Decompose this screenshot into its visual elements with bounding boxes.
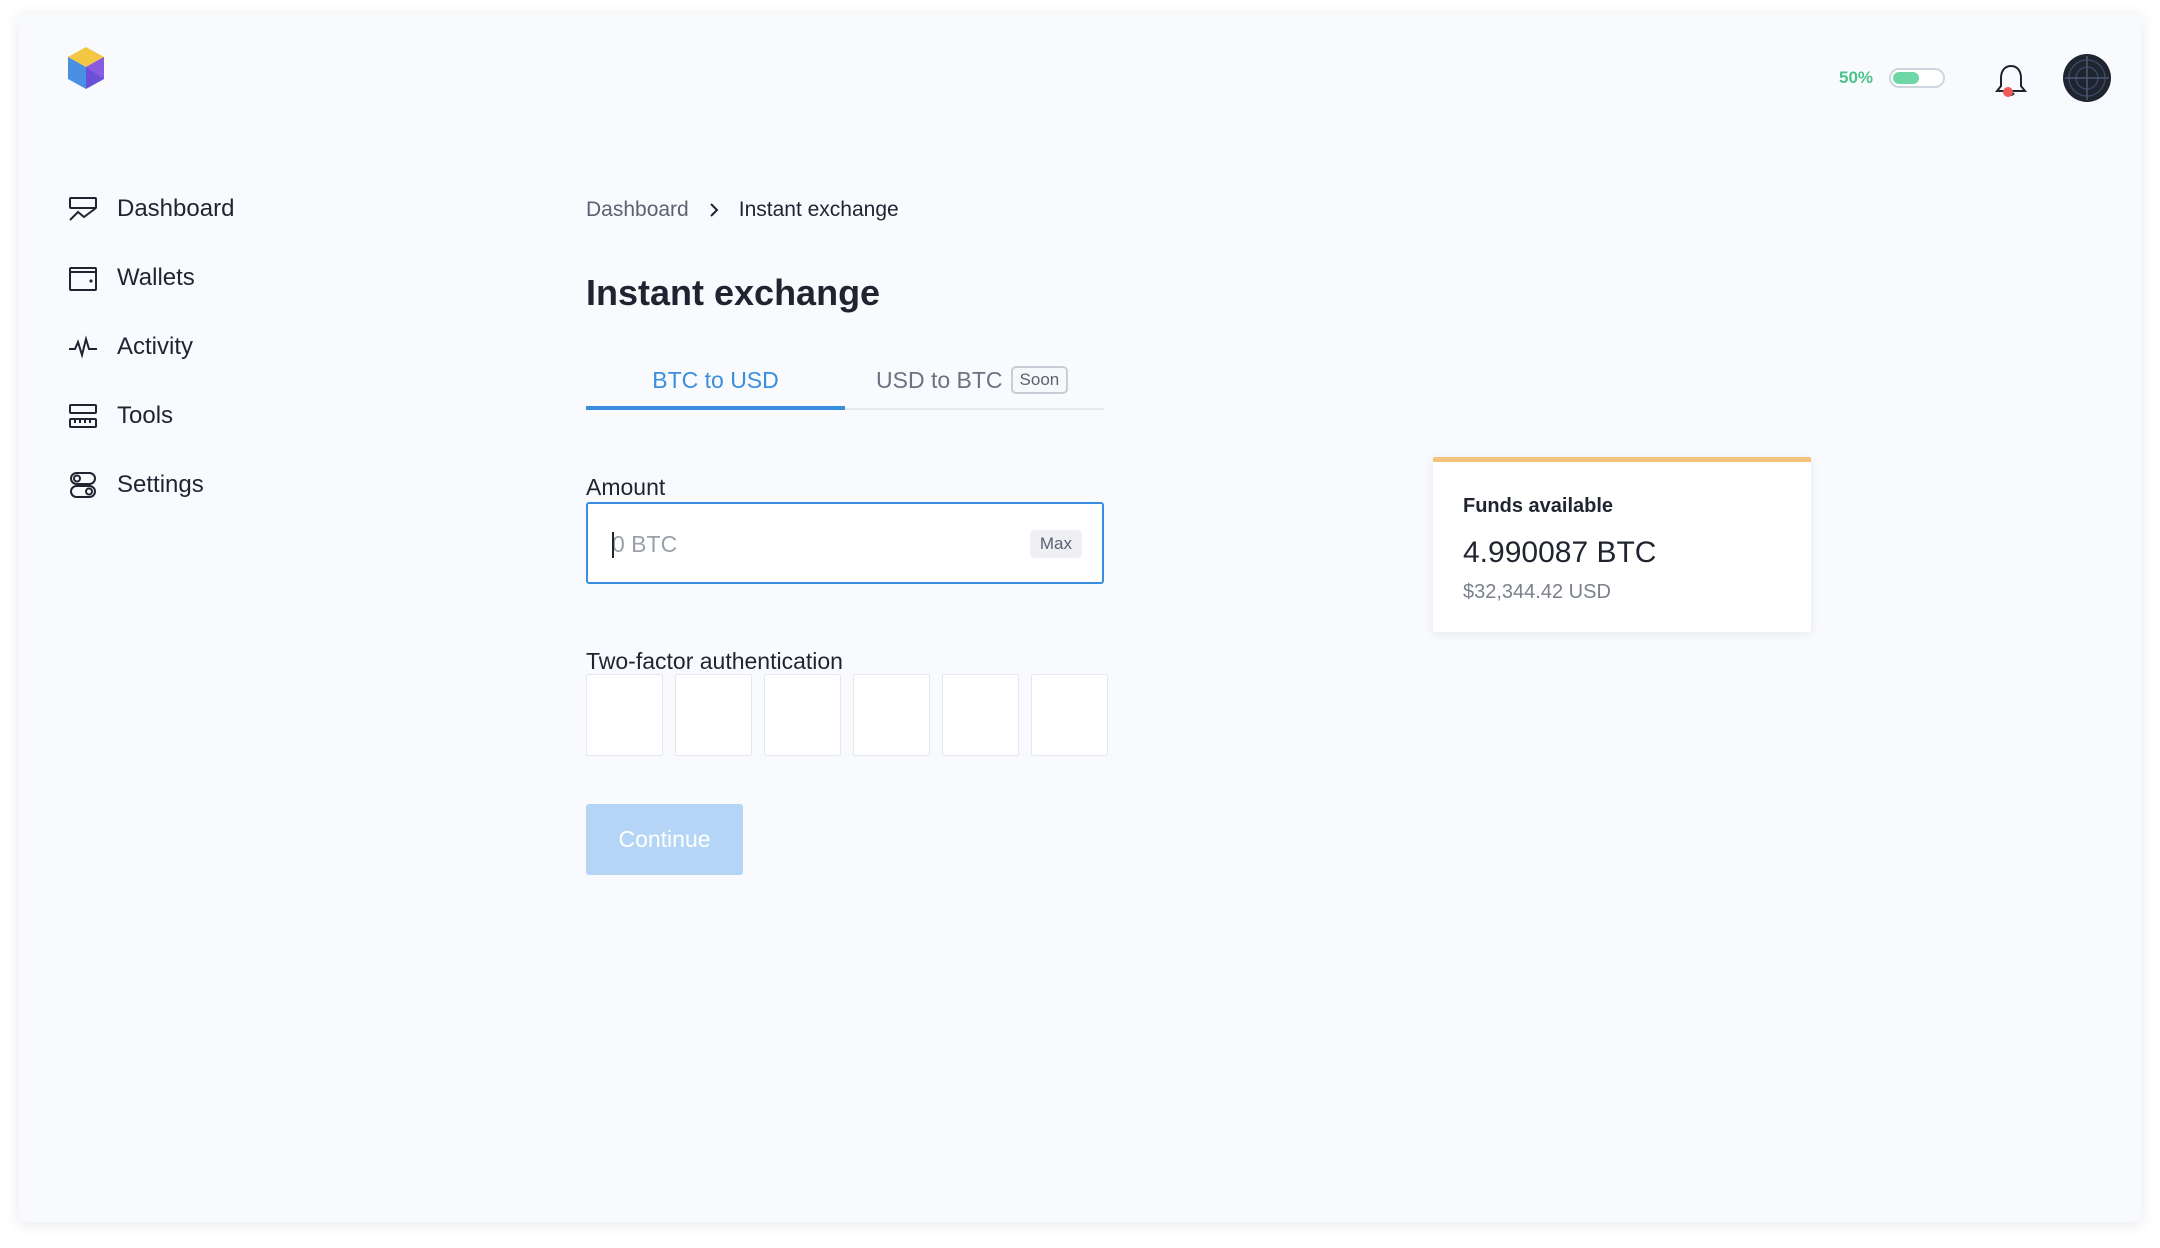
twofa-digit-input[interactable] xyxy=(942,674,1019,756)
funds-card: Funds available 4.990087 BTC $32,344.42 … xyxy=(1433,457,1811,632)
twofa-digit-input[interactable] xyxy=(675,674,752,756)
bell-icon[interactable] xyxy=(1993,62,2029,100)
twofa-digit-input[interactable] xyxy=(1031,674,1108,756)
twofa-code-inputs xyxy=(586,674,1108,756)
page-title: Instant exchange xyxy=(586,272,881,313)
max-button[interactable]: Max xyxy=(1029,530,1082,558)
sidebar-item-settings[interactable]: Settings xyxy=(67,450,234,519)
sidebar-item-label: Tools xyxy=(117,401,174,429)
sidebar-item-label: Activity xyxy=(117,332,194,360)
amount-label: Amount xyxy=(586,474,666,500)
avatar[interactable] xyxy=(2063,54,2111,102)
breadcrumb: Dashboard Instant exchange xyxy=(586,198,899,222)
percent-label: 50% xyxy=(1839,68,1874,87)
twofa-label: Two-factor authentication xyxy=(586,648,843,674)
sidebar-item-tools[interactable]: Tools xyxy=(67,381,234,450)
funds-title: Funds available xyxy=(1463,495,1614,517)
tab-usd-to-btc[interactable]: USD to BTC Soon xyxy=(876,364,1069,396)
tools-icon xyxy=(69,403,97,428)
sidebar-item-wallets[interactable]: Wallets xyxy=(67,243,234,312)
toggle-fill xyxy=(1893,72,1919,84)
notification-dot xyxy=(2003,87,2013,97)
sidebar-item-label: Settings xyxy=(117,470,204,498)
exchange-tabs: BTC to USD USD to BTC Soon xyxy=(586,364,1104,410)
app-window: 50% Dashboard Wallets Activity Tools Set… xyxy=(19,14,2141,1222)
chevron-right-icon xyxy=(710,203,719,217)
sidebar: Dashboard Wallets Activity Tools Setting… xyxy=(67,174,234,519)
sidebar-item-label: Wallets xyxy=(117,263,195,291)
settings-icon xyxy=(70,471,96,498)
twofa-digit-input[interactable] xyxy=(764,674,841,756)
percent-toggle[interactable] xyxy=(1889,68,1945,88)
funds-btc: 4.990087 BTC xyxy=(1463,536,1657,569)
breadcrumb-parent[interactable]: Dashboard xyxy=(586,198,689,222)
twofa-digit-input[interactable] xyxy=(586,674,663,756)
sidebar-item-dashboard[interactable]: Dashboard xyxy=(67,174,234,243)
soon-badge: Soon xyxy=(1010,366,1069,394)
amount-placeholder: 0 BTC xyxy=(612,531,678,557)
funds-usd: $32,344.42 USD xyxy=(1463,581,1611,603)
tab-btc-to-usd[interactable]: BTC to USD xyxy=(586,364,845,410)
activity-icon xyxy=(69,334,97,359)
breadcrumb-current: Instant exchange xyxy=(738,198,899,221)
text-caret xyxy=(612,532,614,558)
sidebar-item-activity[interactable]: Activity xyxy=(67,312,234,381)
sidebar-item-label: Dashboard xyxy=(117,194,235,222)
wallet-icon xyxy=(69,266,97,291)
tab-usd-to-btc-label: USD to BTC xyxy=(876,367,1003,393)
continue-button[interactable]: Continue xyxy=(586,804,743,875)
logo-icon[interactable] xyxy=(66,45,106,91)
dashboard-icon xyxy=(69,196,97,221)
twofa-digit-input[interactable] xyxy=(853,674,930,756)
amount-input[interactable]: 0 BTC Max xyxy=(586,502,1104,584)
